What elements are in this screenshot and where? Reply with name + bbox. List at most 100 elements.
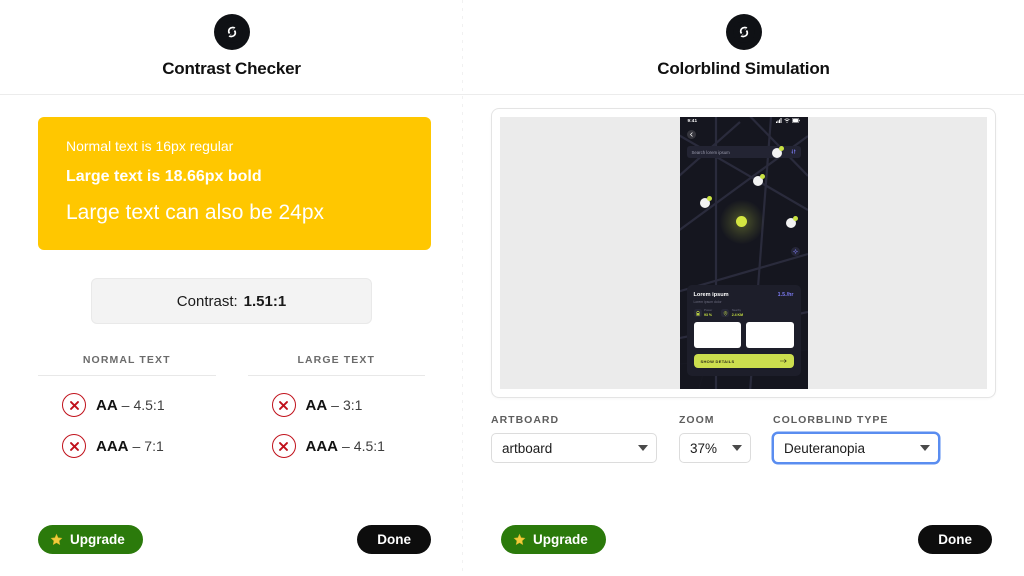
criterion-ratio: 7:1	[144, 438, 164, 455]
sample-large-text: Large text can also be 24px	[66, 200, 325, 224]
criterion-row: AA – 4.5:1	[38, 393, 216, 418]
contrast-ratio-box: Contrast: 1.51:1	[91, 278, 372, 325]
criterion-level: AA	[305, 396, 328, 414]
done-button[interactable]: Done	[918, 524, 992, 554]
criterion-level: AAA	[96, 437, 129, 455]
colorblind-type-label: COLORBLIND TYPE	[773, 414, 889, 426]
upgrade-button[interactable]: Upgrade	[501, 524, 606, 554]
done-button-label: Done	[938, 531, 972, 547]
left-panel-header: Contrast Checker	[0, 0, 463, 95]
contrast-value: 1.51:1	[243, 292, 287, 310]
card-stat-text: Nearby 2.4 KM	[731, 308, 743, 317]
page-title: Contrast Checker	[162, 59, 301, 78]
locate-icon[interactable]	[790, 247, 800, 256]
right-footer-right: Done	[918, 524, 1024, 554]
preview-container: 9:41 Search lorem ipsum Lorem ipsum 1.5.…	[491, 108, 996, 398]
artboard-control: ARTBOARD artboard	[491, 414, 657, 463]
criterion-ratio: 4.5:1	[353, 438, 385, 455]
card-subtitle: Lorem ipsum dolor	[693, 300, 722, 304]
card-stat-nearby: Nearby 2.4 KM	[721, 308, 743, 317]
artboard-select[interactable]: artboard	[491, 433, 657, 463]
search-placeholder: Search lorem ipsum	[691, 149, 730, 155]
circle-x-icon	[62, 434, 86, 459]
simulation-controls: ARTBOARD artboard ZOOM 37% COLORBLIND TY…	[491, 414, 996, 463]
right-footer: Upgrade Done	[463, 502, 1024, 576]
colorblind-simulation-panel: Colorblind Simulation 9:41 Search lorem …	[463, 0, 1024, 576]
left-footer-right: Done	[357, 524, 463, 554]
chevron-down-icon	[732, 445, 742, 451]
phone-detail-card: Lorem ipsum 1.5./hr Lorem ipsum dolor Po…	[686, 285, 801, 376]
large-text-column: LARGE TEXT AA – 3:1 AAA – 4.5:1	[247, 354, 426, 459]
card-stat-text: Power 93 %	[704, 308, 712, 316]
criterion-ratio: 3:1	[342, 397, 363, 414]
phone-status-bar: 9:41	[680, 118, 808, 123]
criterion-row: AAA – 7:1	[38, 434, 216, 459]
star-icon	[50, 533, 63, 546]
card-image-placeholder	[693, 322, 741, 348]
star-icon	[513, 533, 526, 546]
header-divider	[0, 94, 463, 95]
circle-x-icon	[62, 393, 86, 418]
column-header-normal: NORMAL TEXT	[82, 354, 171, 367]
battery-icon	[791, 118, 800, 123]
show-details-label: SHOW DETAILS	[700, 358, 735, 364]
colorblind-type-control: COLORBLIND TYPE Deuteranopia	[773, 414, 939, 463]
criterion-level: AAA	[305, 437, 339, 455]
show-details-button[interactable]: SHOW DETAILS	[693, 354, 794, 368]
status-time: 9:41	[687, 118, 698, 123]
shuffle-circle-logo-icon	[213, 14, 250, 50]
filter-icon[interactable]	[791, 149, 796, 155]
map-pin[interactable]	[752, 174, 765, 186]
done-button-label: Done	[377, 531, 411, 547]
wifi-icon	[783, 118, 790, 123]
contrast-label: Contrast:	[176, 292, 238, 310]
upgrade-button[interactable]: Upgrade	[38, 524, 143, 554]
criterion-dash: –	[331, 397, 339, 414]
sample-normal-text: Normal text is 16px regular	[66, 138, 234, 154]
right-panel-header: Colorblind Simulation	[463, 0, 1024, 95]
shuffle-circle-logo-icon	[725, 14, 762, 50]
criterion-level: AA	[96, 396, 118, 414]
right-footer-left: Upgrade	[463, 524, 606, 554]
criterion-row: AAA – 4.5:1	[248, 434, 426, 459]
arrow-right-icon	[779, 358, 787, 364]
map-current-marker	[735, 216, 747, 227]
map-pin[interactable]	[771, 146, 784, 158]
map-pin[interactable]	[699, 196, 712, 208]
status-icon-group	[775, 118, 800, 123]
zoom-control: ZOOM 37%	[679, 414, 751, 463]
card-image-placeholder	[746, 322, 794, 348]
page-title: Colorblind Simulation	[657, 59, 830, 78]
card-stat-value: 2.4 KM	[731, 312, 743, 317]
done-button[interactable]: Done	[357, 524, 431, 554]
map-pin[interactable]	[785, 216, 798, 228]
location-pin-icon	[721, 309, 730, 317]
preview-canvas[interactable]: 9:41 Search lorem ipsum Lorem ipsum 1.5.…	[500, 117, 987, 389]
zoom-value: 37%	[690, 440, 718, 456]
chevron-down-icon	[638, 445, 648, 451]
chevron-down-icon	[920, 445, 930, 451]
back-arrow-icon[interactable]	[686, 130, 696, 139]
criterion-dash: –	[342, 438, 350, 455]
criteria-columns: NORMAL TEXT AA – 4.5:1 AAA – 7:1 LARGE T…	[38, 354, 426, 459]
criterion-ratio: 4.5:1	[133, 397, 165, 414]
card-stat-power: Power 93 %	[693, 308, 712, 317]
contrast-checker-panel: Contrast Checker Normal text is 16px reg…	[0, 0, 463, 576]
column-header-large: LARGE TEXT	[297, 354, 375, 367]
criterion-row: AA – 3:1	[248, 393, 426, 418]
zoom-label: ZOOM	[679, 414, 715, 426]
colorblind-type-select[interactable]: Deuteranopia	[773, 433, 939, 463]
upgrade-button-label: Upgrade	[70, 531, 125, 547]
zoom-select[interactable]: 37%	[679, 433, 751, 463]
column-divider	[38, 375, 216, 377]
criterion-dash: –	[121, 397, 130, 414]
normal-text-column: NORMAL TEXT AA – 4.5:1 AAA – 7:1	[38, 354, 216, 459]
circle-x-icon	[271, 393, 296, 418]
sample-large-bold-text: Large text is 18.66px bold	[66, 168, 262, 186]
phone-mockup: 9:41 Search lorem ipsum Lorem ipsum 1.5.…	[679, 117, 808, 389]
battery-icon	[693, 309, 702, 317]
circle-x-icon	[271, 434, 296, 459]
card-image-row	[693, 322, 794, 348]
upgrade-button-label: Upgrade	[533, 531, 588, 547]
card-price: 1.5./hr	[777, 292, 794, 298]
